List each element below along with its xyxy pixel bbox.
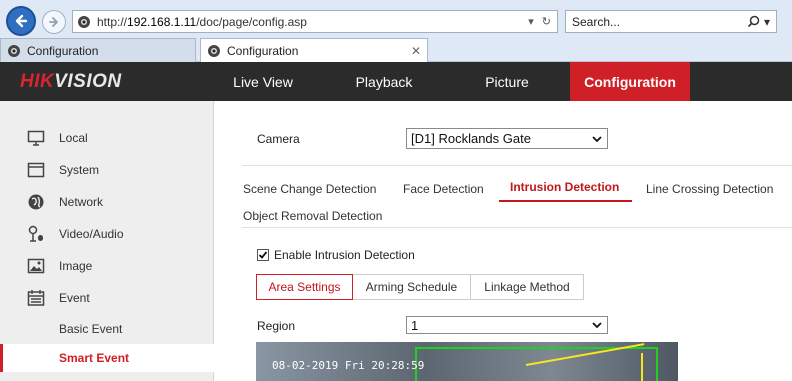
- url-host: 192.168.1.11: [127, 14, 197, 29]
- url-text: http://192.168.1.11/doc/page/config.asp: [97, 15, 307, 29]
- sidebar-item-label: Video/Audio: [59, 227, 124, 241]
- nav-playback[interactable]: Playback: [324, 62, 444, 101]
- main-content: Camera [D1] Rocklands Gate Scene Change …: [214, 101, 792, 381]
- close-tab-icon[interactable]: ✕: [411, 44, 421, 58]
- divider: [242, 227, 792, 228]
- sidebar-subitem-label: Smart Event: [59, 351, 130, 365]
- nav-picture[interactable]: Picture: [444, 62, 570, 101]
- sidebar: Local System Network Video/Audio Image E…: [0, 101, 214, 381]
- video-timestamp: 08-02-2019 Fri 20:28:59: [272, 359, 425, 372]
- sidebar-subitem-label: Basic Event: [59, 322, 123, 336]
- browser-tabs: Configuration Configuration ✕: [0, 38, 428, 62]
- tab-favicon-icon: [8, 44, 20, 57]
- subtab-linkage-method[interactable]: Linkage Method: [471, 274, 584, 300]
- search-box[interactable]: Search... ▾: [565, 10, 777, 33]
- sidebar-subitem-smart-event[interactable]: Smart Event: [0, 344, 214, 372]
- tab-intrusion-detection[interactable]: Intrusion Detection: [510, 180, 619, 194]
- address-bar[interactable]: http://192.168.1.11/doc/page/config.asp …: [72, 10, 558, 33]
- site-favicon-icon: [78, 15, 90, 28]
- app-header: HIKVISION Live View Playback Picture Con…: [0, 62, 792, 101]
- sidebar-item-label: Local: [59, 131, 88, 145]
- sidebar-item-label: Event: [59, 291, 90, 305]
- enable-intrusion-row: Enable Intrusion Detection: [257, 248, 415, 262]
- browser-tab-1[interactable]: Configuration: [0, 38, 196, 62]
- tab-favicon-icon: [208, 44, 220, 57]
- dropdown-arrow-icon[interactable]: ▾: [528, 15, 534, 28]
- sidebar-item-image[interactable]: Image: [0, 251, 214, 281]
- browser-tab-2-active[interactable]: Configuration ✕: [200, 38, 428, 62]
- globe-icon: [26, 192, 46, 212]
- logo-part-white: VISION: [54, 71, 122, 92]
- sidebar-item-label: System: [59, 163, 100, 177]
- search-controls: ▾: [747, 15, 776, 29]
- sidebar-item-label: Image: [59, 259, 93, 273]
- sidebar-item-event[interactable]: Event: [0, 283, 214, 313]
- camera-label: Camera: [257, 132, 300, 146]
- logo-part-red: HIK: [20, 71, 55, 92]
- camera-select-value: [D1] Rocklands Gate: [411, 131, 531, 146]
- browser-tab-label: Configuration: [27, 43, 99, 58]
- subtab-arming-schedule[interactable]: Arming Schedule: [353, 274, 471, 300]
- enable-intrusion-label: Enable Intrusion Detection: [274, 248, 415, 262]
- image-icon: [26, 256, 46, 276]
- main-nav: Live View Playback Picture Configuration: [202, 62, 690, 101]
- camera-video-preview[interactable]: 08-02-2019 Fri 20:28:59: [256, 342, 678, 381]
- subtab-area-settings[interactable]: Area Settings: [256, 274, 353, 300]
- sidebar-item-system[interactable]: System: [0, 155, 214, 185]
- tab-scene-change-detection[interactable]: Scene Change Detection: [243, 182, 376, 196]
- arrow-right-icon: [49, 17, 58, 27]
- refresh-icon[interactable]: ↻: [542, 15, 551, 28]
- url-path: /doc/page/config.asp: [196, 14, 307, 29]
- system-window-icon: [26, 160, 46, 180]
- region-label: Region: [257, 319, 296, 333]
- hikvision-logo: HIKVISION: [20, 71, 122, 93]
- camera-select[interactable]: [D1] Rocklands Gate: [406, 128, 608, 149]
- settings-subtabs: Area Settings Arming Schedule Linkage Me…: [256, 274, 584, 300]
- url-prefix: http://: [97, 14, 128, 29]
- forward-button[interactable]: [42, 10, 66, 34]
- active-tab-underline: [499, 200, 632, 202]
- tab-face-detection[interactable]: Face Detection: [403, 182, 484, 196]
- search-icon[interactable]: [747, 15, 760, 28]
- nav-configuration[interactable]: Configuration: [570, 62, 690, 101]
- region-select[interactable]: 1: [406, 316, 608, 334]
- sidebar-item-video-audio[interactable]: Video/Audio: [0, 219, 214, 249]
- checkmark-icon: [258, 251, 268, 259]
- tab-line-crossing-detection[interactable]: Line Crossing Detection: [646, 182, 773, 196]
- calendar-icon: [26, 288, 46, 308]
- mic-icon: [26, 224, 46, 244]
- chevron-down-icon: [592, 322, 602, 329]
- arrow-left-icon: [15, 14, 28, 28]
- address-controls: ▾ ↻: [528, 15, 557, 28]
- sidebar-subitem-basic-event[interactable]: Basic Event: [0, 315, 214, 343]
- search-dropdown-icon[interactable]: ▾: [764, 15, 770, 29]
- tab-object-removal-detection[interactable]: Object Removal Detection: [243, 209, 382, 223]
- monitor-icon: [26, 128, 46, 148]
- nav-live-view[interactable]: Live View: [202, 62, 324, 101]
- search-placeholder: Search...: [572, 14, 621, 29]
- divider: [242, 165, 792, 166]
- detection-line-vertical: [641, 353, 643, 381]
- region-select-value: 1: [411, 317, 419, 333]
- sidebar-item-local[interactable]: Local: [0, 123, 214, 153]
- back-button[interactable]: [6, 6, 36, 36]
- sidebar-item-label: Network: [59, 195, 104, 209]
- chevron-down-icon: [592, 135, 602, 142]
- enable-intrusion-checkbox[interactable]: [257, 249, 269, 261]
- browser-chrome: http://192.168.1.11/doc/page/config.asp …: [0, 0, 792, 62]
- sidebar-item-network[interactable]: Network: [0, 187, 214, 217]
- browser-tab-label: Configuration: [227, 43, 299, 58]
